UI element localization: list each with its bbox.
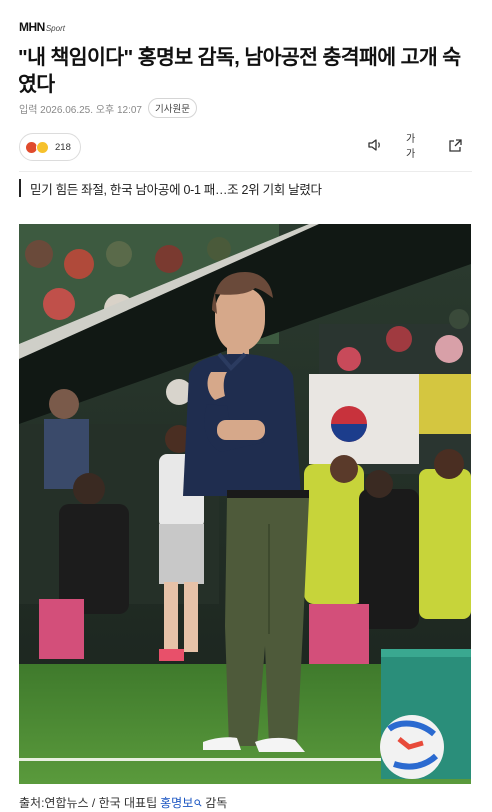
logo-main: MHN bbox=[19, 20, 45, 34]
site-logo[interactable]: MHN Sport bbox=[19, 20, 65, 36]
article-photo bbox=[19, 224, 471, 784]
divider bbox=[19, 171, 472, 172]
share-icon[interactable] bbox=[446, 136, 464, 154]
caption-source: 출처:연합뉴스 / 한국 대표팁 bbox=[19, 796, 158, 810]
logo-sub: Sport bbox=[45, 24, 65, 33]
reaction-button[interactable]: 218 bbox=[19, 133, 81, 161]
caption-suffix: 감독 bbox=[205, 796, 228, 810]
original-article-button[interactable]: 기사원문 bbox=[148, 98, 197, 118]
article-subtitle: 믿기 힘든 좌절, 한국 남아공에 0-1 패…조 2위 기회 날렸다 bbox=[19, 179, 322, 197]
font-size-icon[interactable]: 가가 bbox=[406, 134, 424, 160]
article-tools: 가가 bbox=[366, 134, 464, 160]
audio-icon[interactable] bbox=[366, 136, 384, 154]
reaction-count: 218 bbox=[55, 141, 71, 153]
laugh-emoji-icon bbox=[36, 140, 49, 154]
search-link-icon[interactable] bbox=[194, 798, 202, 807]
font-size-label: 가가 bbox=[406, 134, 416, 160]
article-meta: 입력 2026.06.25. 오후 12:07 기사원문 bbox=[19, 98, 197, 118]
article-title: "내 책임이다" 홍명보 감독, 남아공전 충격패에 고개 숙였다 bbox=[18, 46, 461, 96]
publish-date: 입력 2026.06.25. 오후 12:07 bbox=[19, 104, 142, 116]
photo-caption: 출처:연합뉴스 / 한국 대표팁 홍명보 감독 bbox=[19, 794, 227, 811]
caption-person-link[interactable]: 홍명보 bbox=[160, 794, 193, 811]
